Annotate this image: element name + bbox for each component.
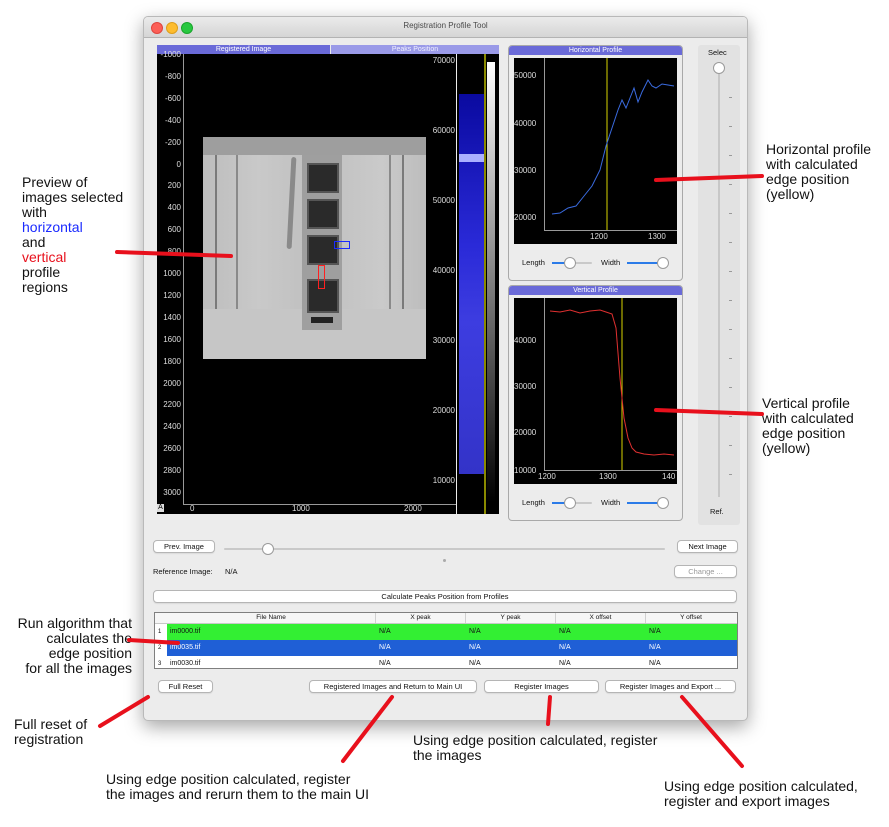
arrow-run-algorithm: [127, 638, 180, 645]
arrow-horizontal-profile: [654, 174, 764, 182]
arrow-register: [546, 695, 552, 726]
arrow-full-reset: [98, 695, 150, 728]
arrow-preview: [115, 250, 233, 258]
arrow-register-return: [341, 695, 394, 763]
arrow-vertical-profile: [654, 408, 764, 416]
annotation-arrows: [98, 174, 764, 768]
arrow-register-export: [680, 695, 744, 768]
